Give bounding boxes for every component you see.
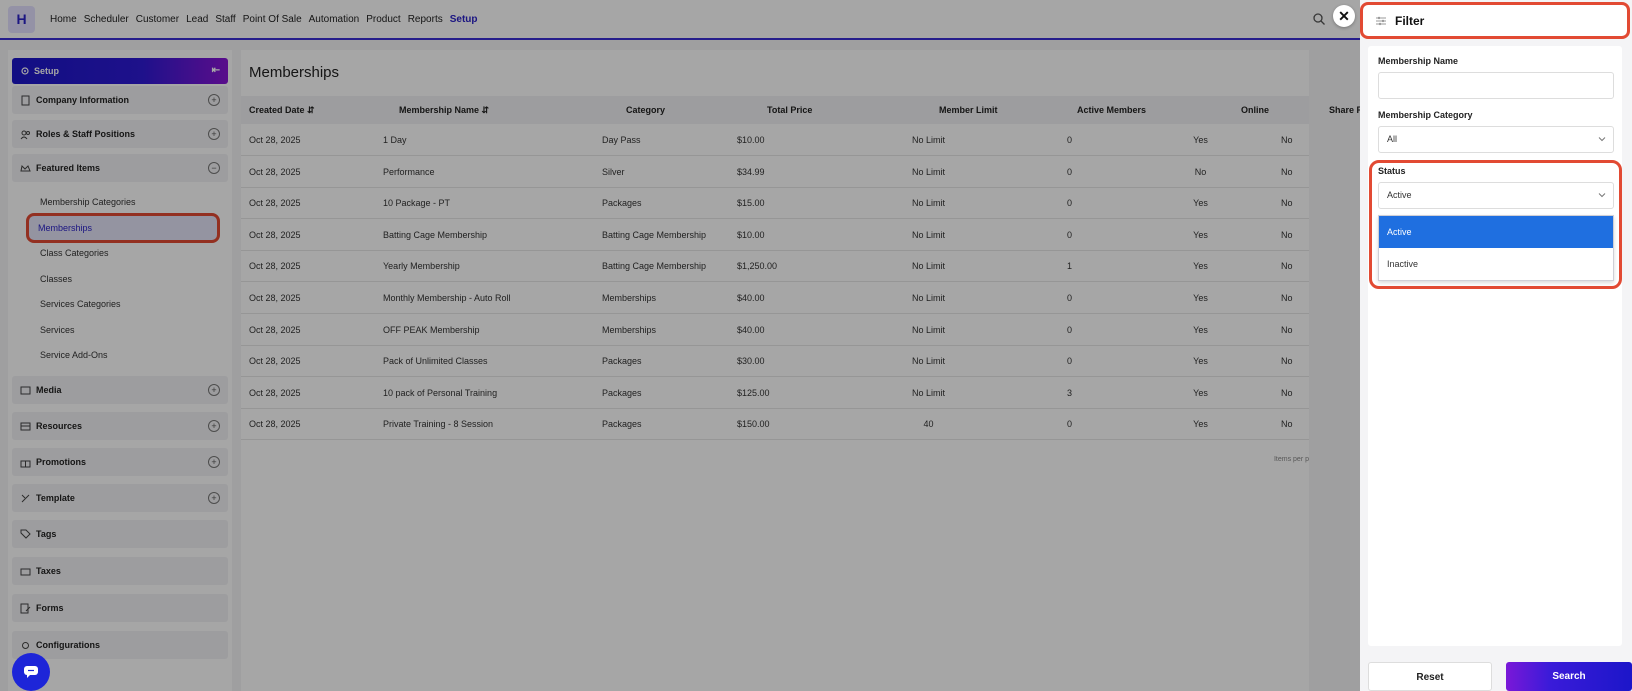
filter-sliders-icon [1376,16,1386,25]
filter-form: Membership Name Membership Category All … [1368,46,1622,646]
filter-header: Filter [1360,2,1630,39]
status-highlight [1369,160,1622,289]
membership-category-label: Membership Category [1378,110,1473,120]
membership-name-input[interactable] [1378,72,1614,99]
membership-name-label: Membership Name [1378,56,1459,66]
chevron-down-icon [1598,137,1606,142]
reset-button[interactable]: Reset [1368,662,1492,691]
filter-panel: Filter Membership Name Membership Catego… [1360,0,1632,691]
filter-title: Filter [1395,13,1425,28]
search-button[interactable]: Search [1506,662,1632,691]
modal-backdrop[interactable] [0,0,1360,691]
chat-icon [24,666,38,678]
close-filter-button[interactable]: ✕ [1333,5,1355,27]
membership-category-value: All [1387,134,1398,144]
membership-category-select[interactable]: All [1378,126,1614,153]
chat-widget-button[interactable] [12,653,50,691]
